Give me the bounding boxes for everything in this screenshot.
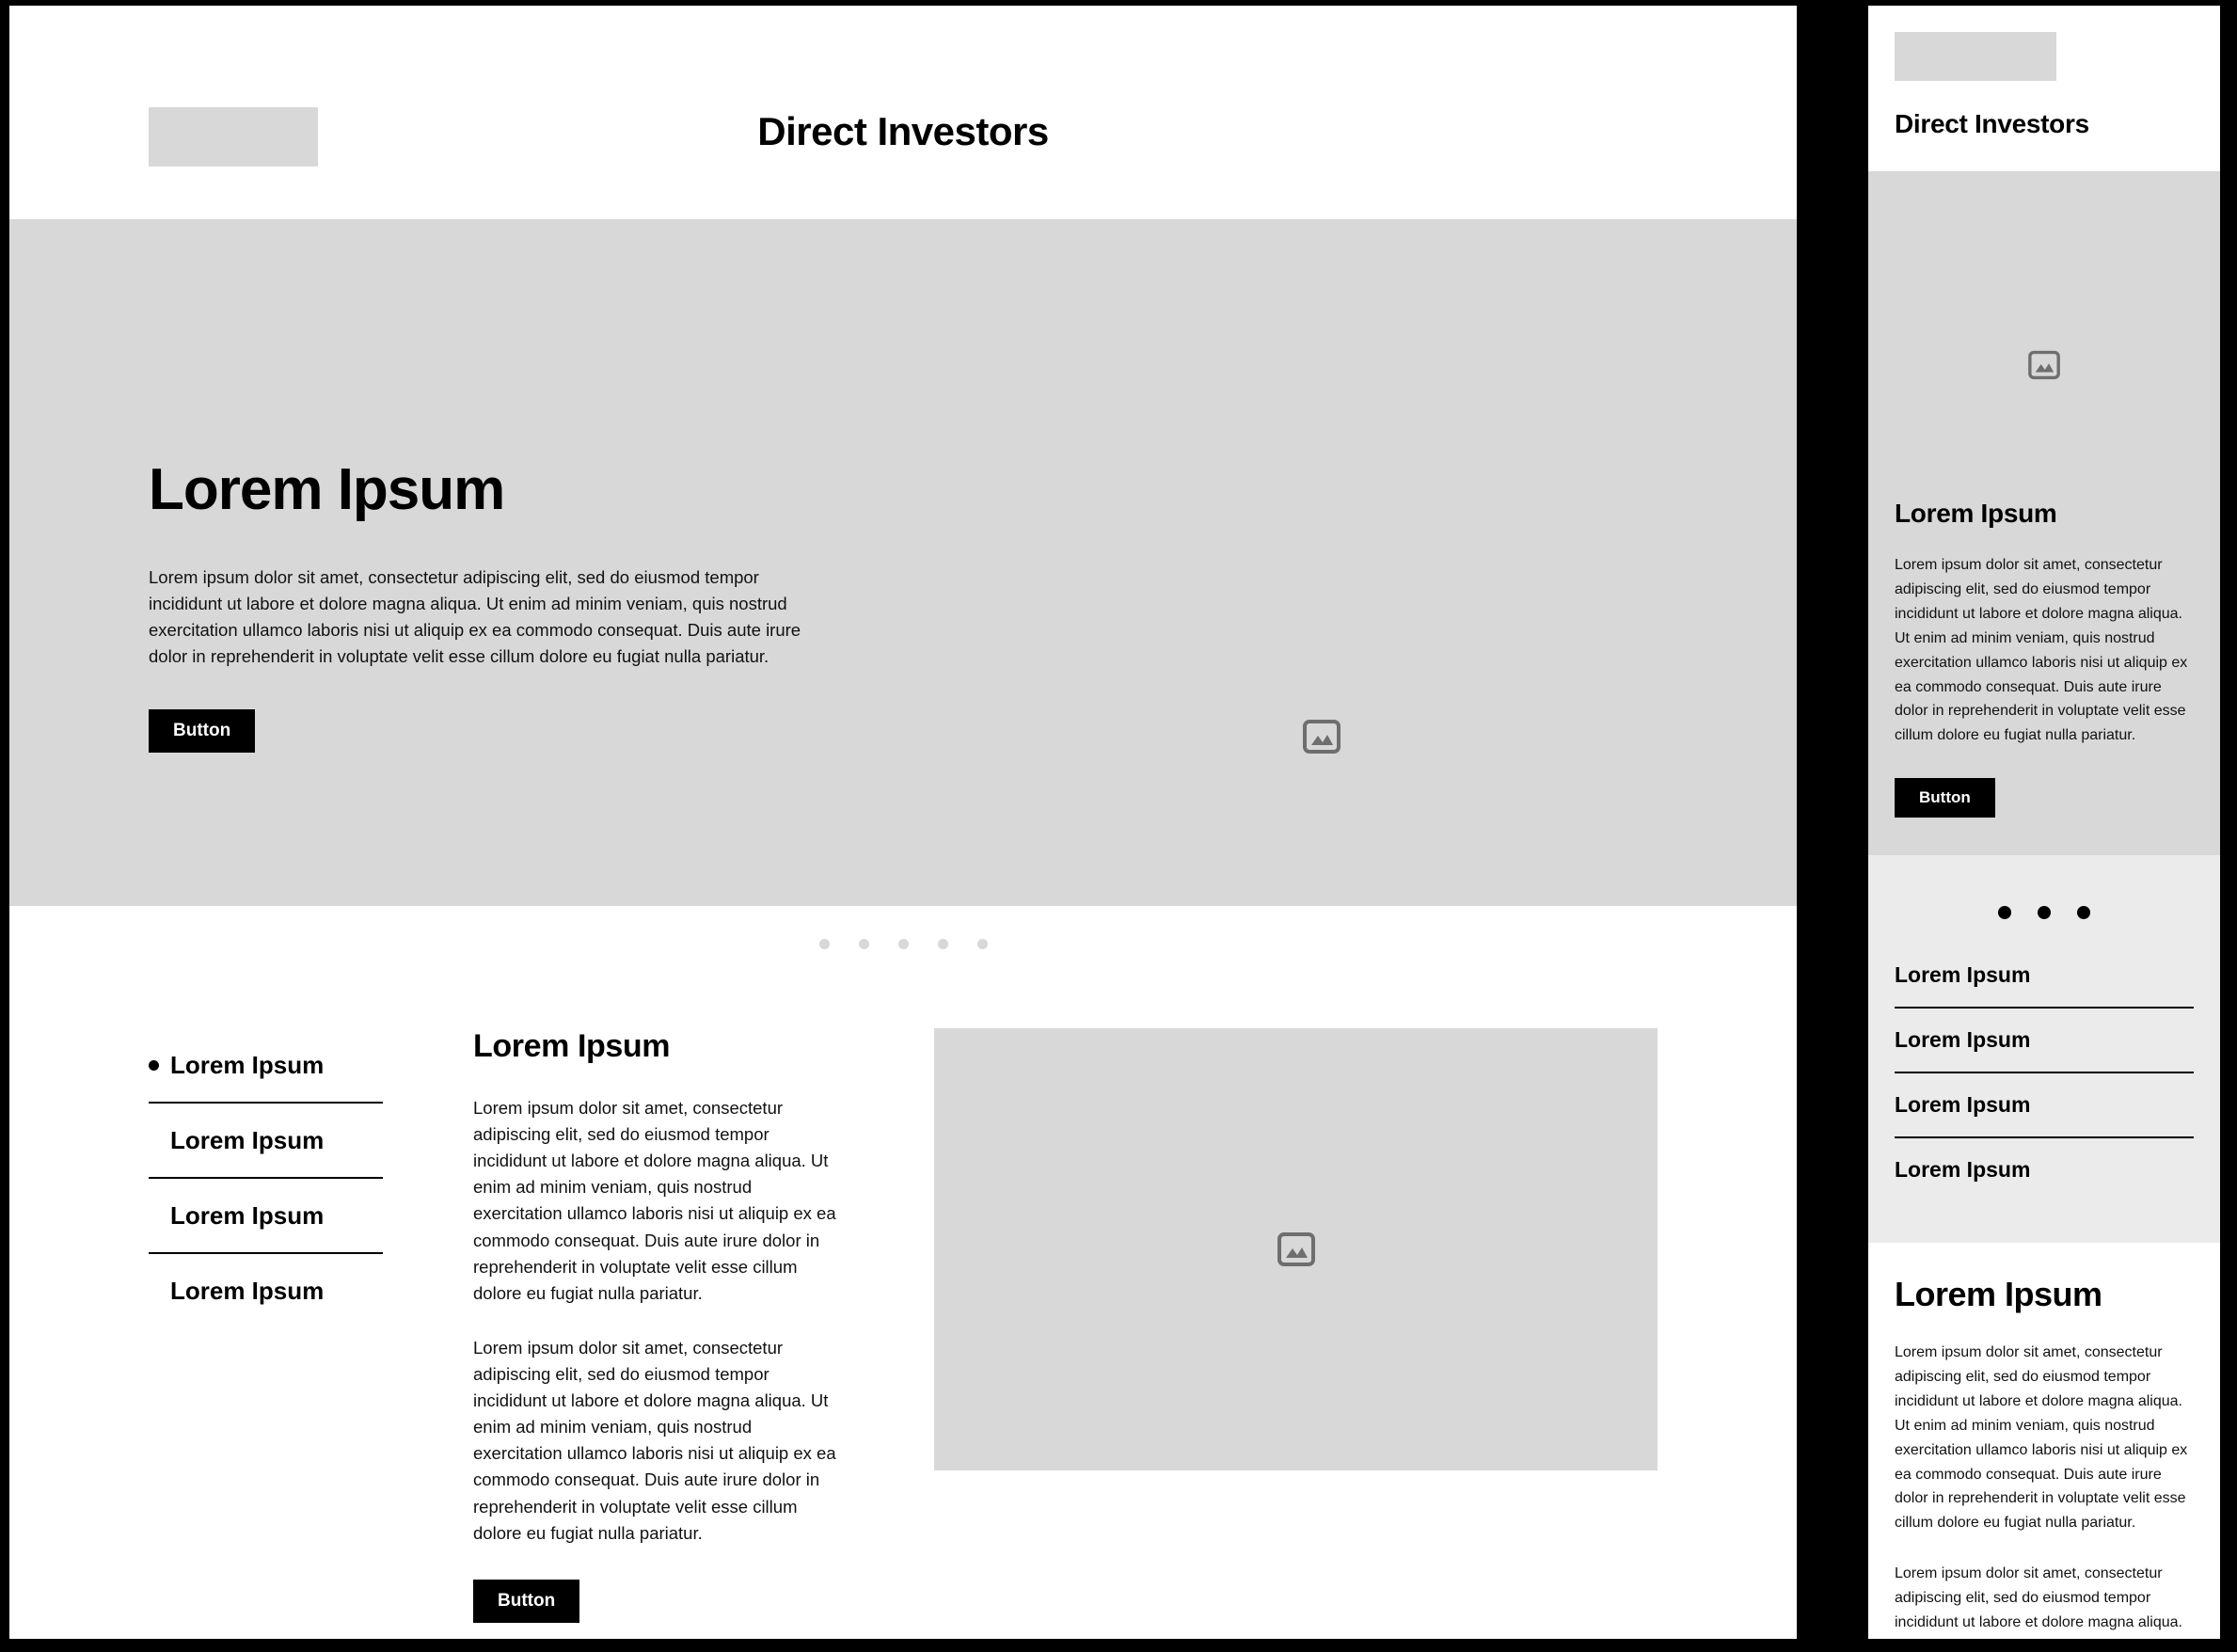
mobile-page: Direct Investors Lorem Ipsum Lorem ipsum… xyxy=(1868,6,2220,1639)
carousel-dot[interactable] xyxy=(937,938,948,949)
section-paragraph-2: Lorem ipsum dolor sit amet, consectetur … xyxy=(473,1337,836,1543)
carousel-dot[interactable] xyxy=(1998,906,2011,919)
mobile-artboard-frame: Direct Investors Lorem Ipsum Lorem ipsum… xyxy=(1855,0,2237,1652)
list-item-label: Lorem Ipsum xyxy=(1895,962,2031,987)
hero-cta-button[interactable]: Button xyxy=(1895,778,1995,818)
wireframe-canvas: Direct Investors Lorem Ipsum Lorem ipsum… xyxy=(0,0,2237,1652)
hero-cta-button[interactable]: Button xyxy=(149,708,256,753)
mobile-content-section: Lorem Ipsum Lorem ipsum dolor sit amet, … xyxy=(1868,1243,2220,1639)
list-item[interactable]: Lorem Ipsum xyxy=(149,1254,383,1327)
hero-image-placeholder xyxy=(1302,719,1341,755)
image-placeholder-icon xyxy=(2028,350,2060,380)
mobile-carousel-dots[interactable] xyxy=(1895,882,2194,944)
image-placeholder-icon xyxy=(1303,720,1341,754)
mobile-hero-copy: Lorem Ipsum Lorem ipsum dolor sit amet, … xyxy=(1895,499,2194,818)
section-cta-button[interactable]: Button xyxy=(473,1579,580,1623)
desktop-carousel-dots[interactable] xyxy=(9,906,1797,981)
carousel-dot[interactable] xyxy=(818,938,830,949)
list-item-label: Lorem Ipsum xyxy=(1895,1157,2031,1182)
section-cta-wrap: Button xyxy=(473,1579,844,1623)
hero-paragraph: Lorem ipsum dolor sit amet, consectetur … xyxy=(149,567,801,667)
desktop-page: Direct Investors Lorem Ipsum Lorem ipsum… xyxy=(9,6,1797,1639)
section-paragraph-1: Lorem ipsum dolor sit amet, consectetur … xyxy=(1895,1344,2188,1532)
mobile-hero-section: Lorem Ipsum Lorem ipsum dolor sit amet, … xyxy=(1868,171,2220,855)
content-image-placeholder xyxy=(934,1028,1658,1470)
desktop-content-column: Lorem Ipsum Lorem ipsum dolor sit amet, … xyxy=(473,1028,934,1623)
mobile-list-block: Lorem Ipsum Lorem Ipsum Lorem Ipsum Lore… xyxy=(1868,855,2220,1243)
carousel-dot[interactable] xyxy=(858,938,869,949)
list-item[interactable]: Lorem Ipsum xyxy=(1895,1138,2194,1201)
desktop-header: Direct Investors xyxy=(9,6,1797,219)
hero-paragraph: Lorem ipsum dolor sit amet, consectetur … xyxy=(1895,557,2188,744)
carousel-dot[interactable] xyxy=(2077,906,2090,919)
list-item[interactable]: Lorem Ipsum xyxy=(1895,1009,2194,1072)
list-item-label: Lorem Ipsum xyxy=(170,1200,325,1230)
list-item[interactable]: Lorem Ipsum xyxy=(1895,944,2194,1007)
mobile-header: Direct Investors xyxy=(1868,6,2220,171)
hero-heading: Lorem Ipsum xyxy=(1895,499,2057,528)
list-item-label: Lorem Ipsum xyxy=(170,1050,325,1079)
list-item-label: Lorem Ipsum xyxy=(1895,1027,2031,1052)
hero-heading: Lorem Ipsum xyxy=(149,457,505,522)
active-bullet-icon xyxy=(149,1059,159,1071)
page-title: Direct Investors xyxy=(757,109,1049,153)
hero-image-placeholder xyxy=(2027,350,2061,380)
list-item-label: Lorem Ipsum xyxy=(1895,1092,2031,1117)
list-item-label: Lorem Ipsum xyxy=(170,1276,325,1305)
list-item[interactable]: Lorem Ipsum xyxy=(149,1028,383,1102)
desktop-hero-section: Lorem Ipsum Lorem ipsum dolor sit amet, … xyxy=(9,219,1797,906)
artboard-separator xyxy=(1808,0,1855,1652)
section-paragraph-2: Lorem ipsum dolor sit amet, consectetur … xyxy=(1895,1565,2182,1639)
section-heading: Lorem Ipsum xyxy=(473,1028,671,1064)
desktop-image-column xyxy=(934,1028,1658,1623)
page-title: Direct Investors xyxy=(1895,109,2089,138)
image-placeholder-icon xyxy=(1277,1232,1315,1266)
desktop-main-content: Lorem Ipsum Lorem Ipsum Lorem Ipsum Lore… xyxy=(9,981,1797,1623)
carousel-dot[interactable] xyxy=(2038,906,2051,919)
carousel-dot[interactable] xyxy=(976,938,988,949)
list-item[interactable]: Lorem Ipsum xyxy=(1895,1073,2194,1136)
desktop-hero-copy: Lorem Ipsum Lorem ipsum dolor sit amet, … xyxy=(149,459,826,753)
list-item[interactable]: Lorem Ipsum xyxy=(149,1179,383,1252)
list-item[interactable]: Lorem Ipsum xyxy=(149,1104,383,1177)
section-heading: Lorem Ipsum xyxy=(1895,1275,2102,1313)
desktop-artboard-frame: Direct Investors Lorem Ipsum Lorem ipsum… xyxy=(0,0,1808,1652)
logo-placeholder[interactable] xyxy=(1895,32,2056,81)
desktop-nav-list: Lorem Ipsum Lorem Ipsum Lorem Ipsum Lore… xyxy=(149,1028,473,1623)
carousel-dot[interactable] xyxy=(897,938,909,949)
list-item-label: Lorem Ipsum xyxy=(170,1125,325,1154)
section-paragraph-1: Lorem ipsum dolor sit amet, consectetur … xyxy=(473,1098,836,1303)
